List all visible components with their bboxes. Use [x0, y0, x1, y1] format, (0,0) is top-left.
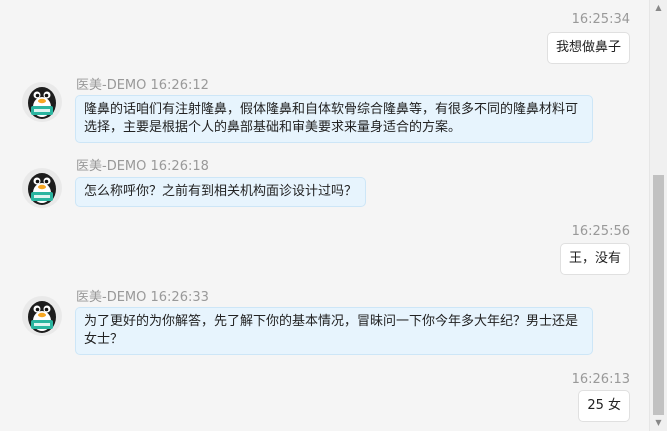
message-line: 选择，主要是根据个人的鼻部基础和审美要求来量身适合的方案。: [84, 120, 462, 135]
message-list: 16:25:34 我想做鼻子 医美-DEMO 16:26:12 隆鼻的话咱们有注…: [0, 0, 650, 431]
agent-avatar[interactable]: [22, 82, 62, 122]
agent-avatar[interactable]: [22, 296, 62, 336]
incoming-message-bubble[interactable]: 隆鼻的话咱们有注射隆鼻，假体隆鼻和自体软骨综合隆鼻等，有很多不同的隆鼻材料可 选…: [75, 95, 593, 143]
scroll-thumb[interactable]: [653, 175, 664, 415]
penguin-avatar-icon: [22, 82, 62, 122]
outgoing-message-bubble[interactable]: 25 女: [578, 390, 630, 422]
chat-window: 16:25:34 我想做鼻子 医美-DEMO 16:26:12 隆鼻的话咱们有注…: [0, 0, 667, 431]
agent-avatar[interactable]: [22, 168, 62, 208]
incoming-message-bubble[interactable]: 怎么称呼你？之前有到相关机构面诊设计过吗？: [75, 177, 367, 207]
incoming-message-bubble[interactable]: 为了更好的为你解答，先了解下你的基本情况，冒昧问一下你今年多大年纪？男士还是 女…: [75, 307, 593, 355]
vertical-scrollbar[interactable]: ▲ ▼: [649, 0, 667, 431]
scroll-down-arrow-icon[interactable]: ▼: [650, 417, 667, 429]
sender-name-time: 医美-DEMO 16:26:18: [76, 159, 209, 174]
message-line: 隆鼻的话咱们有注射隆鼻，假体隆鼻和自体软骨综合隆鼻等，有很多不同的隆鼻材料可: [84, 102, 579, 117]
message-timestamp: 16:26:13: [571, 372, 630, 387]
message-line: 怎么称呼你？之前有到相关机构面诊设计过吗？: [84, 184, 358, 199]
penguin-avatar-icon: [22, 296, 62, 336]
penguin-avatar-icon: [22, 168, 62, 208]
message-line: 为了更好的为你解答，先了解下你的基本情况，冒昧问一下你今年多大年纪？男士还是: [84, 314, 579, 329]
outgoing-message-bubble[interactable]: 我想做鼻子: [546, 32, 630, 64]
message-line: 女士？: [84, 332, 124, 347]
sender-name-time: 医美-DEMO 16:26:33: [76, 290, 209, 305]
scroll-up-arrow-icon[interactable]: ▲: [650, 2, 667, 14]
message-timestamp: 16:25:56: [571, 224, 630, 239]
message-timestamp: 16:25:34: [571, 12, 630, 27]
sender-name-time: 医美-DEMO 16:26:12: [76, 78, 209, 93]
outgoing-message-bubble[interactable]: 王，没有: [559, 243, 630, 275]
